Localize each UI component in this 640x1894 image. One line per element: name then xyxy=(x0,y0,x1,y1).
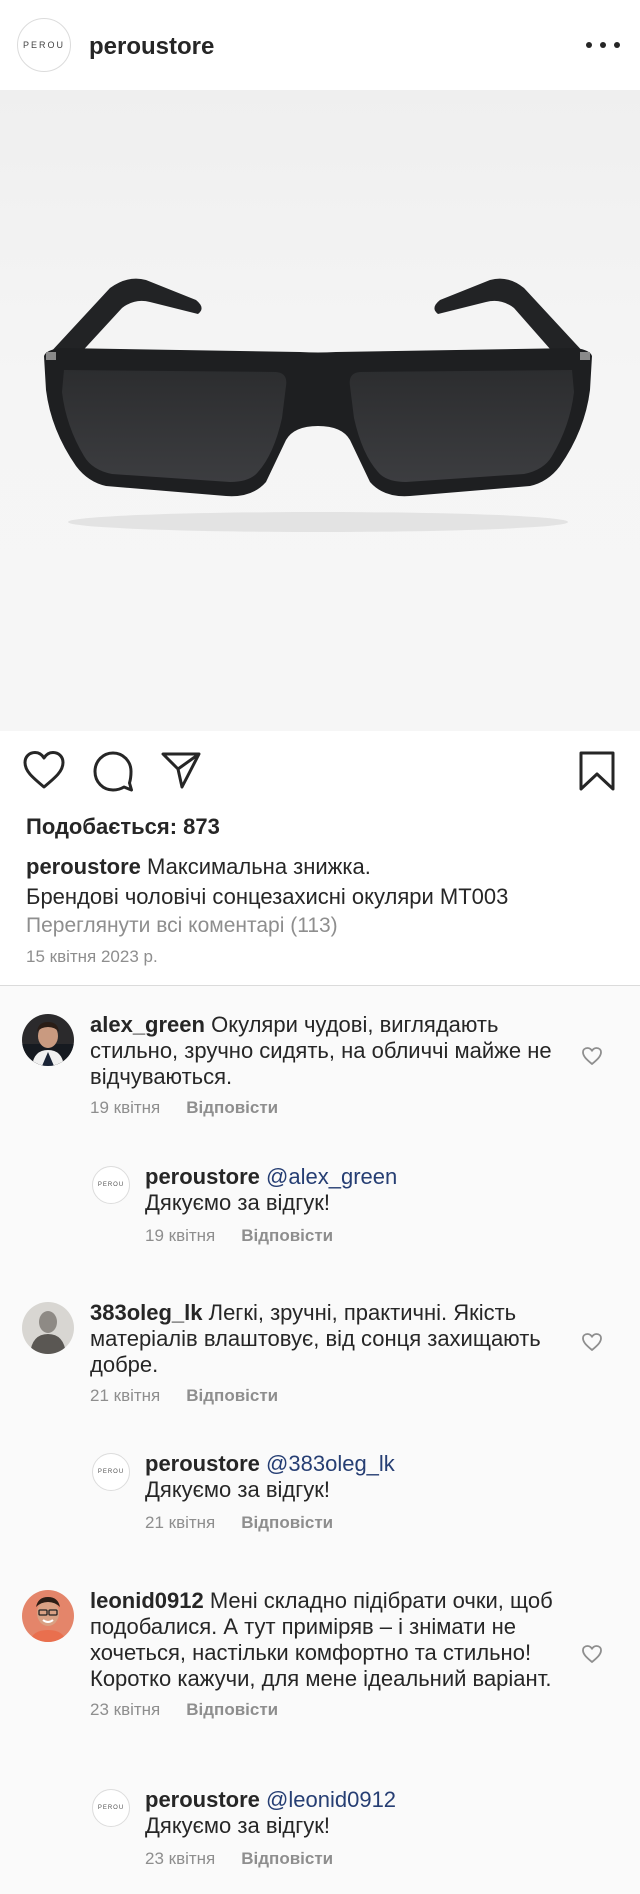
post-caption: peroustore Максимальна знижка. Брендові … xyxy=(26,852,626,912)
comment-text: 383oleg_lk Легкі, зручні, практичні. Які… xyxy=(90,1300,560,1378)
reply-meta: 23 квітня Відповісти xyxy=(145,1849,333,1869)
like-comment-heart-icon[interactable] xyxy=(581,1332,603,1352)
reply-date: 21 квітня xyxy=(145,1513,216,1532)
avatar[interactable] xyxy=(22,1014,74,1066)
comment-date: 21 квітня xyxy=(90,1386,161,1405)
reply-username[interactable]: peroustore xyxy=(145,1451,260,1476)
reply-button[interactable]: Відповісти xyxy=(186,1098,278,1117)
reply-meta: 21 квітня Відповісти xyxy=(145,1513,333,1533)
reply-mention[interactable]: @383oleg_lk xyxy=(266,1451,395,1476)
reply-meta: 19 квітня Відповісти xyxy=(145,1226,333,1246)
reply-button[interactable]: Відповісти xyxy=(241,1226,333,1245)
profile-avatar[interactable]: PEROU xyxy=(17,18,71,72)
likes-count[interactable]: Подобається: 873 xyxy=(26,814,220,840)
reply-content: Дякуємо за відгук! xyxy=(145,1190,330,1215)
comment-username[interactable]: leonid0912 xyxy=(90,1588,204,1613)
reply-avatar-logo: PEROU xyxy=(97,1805,125,1811)
post-date: 15 квітня 2023 р. xyxy=(26,947,158,966)
comment-date: 19 квітня xyxy=(90,1098,161,1117)
comment-text: leonid0912 Мені складно підібрати очки, … xyxy=(90,1588,562,1692)
reply-text: peroustore @383oleg_lk Дякуємо за відгук… xyxy=(145,1451,585,1503)
reply-username[interactable]: peroustore xyxy=(145,1164,260,1189)
reply-avatar[interactable]: PEROU xyxy=(92,1789,130,1827)
comment-username[interactable]: 383oleg_lk xyxy=(90,1300,203,1325)
caption-username[interactable]: peroustore xyxy=(26,854,141,879)
reply-button[interactable]: Відповісти xyxy=(241,1849,333,1868)
reply-content: Дякуємо за відгук! xyxy=(145,1813,330,1838)
reply-button[interactable]: Відповісти xyxy=(186,1700,278,1719)
caption-text-line2: Брендові чоловічі сонцезахисні окуляри M… xyxy=(26,884,509,909)
reply-mention[interactable]: @alex_green xyxy=(266,1164,397,1189)
comment-text: alex_green Окуляри чудові, виглядають ст… xyxy=(90,1012,560,1090)
heart-icon[interactable] xyxy=(22,750,66,790)
avatar[interactable] xyxy=(22,1302,74,1354)
sunglasses-image xyxy=(44,278,592,532)
post-image[interactable] xyxy=(0,90,640,731)
like-comment-heart-icon[interactable] xyxy=(581,1046,603,1066)
reply-date: 23 квітня xyxy=(145,1849,216,1868)
avatar[interactable] xyxy=(22,1590,74,1642)
view-all-comments-link[interactable]: Переглянути всі коментарі (113) xyxy=(26,914,338,938)
comment-meta: 23 квітня Відповісти xyxy=(90,1700,278,1720)
header-username[interactable]: peroustore xyxy=(89,33,214,61)
bookmark-icon[interactable] xyxy=(578,750,616,792)
comment-meta: 19 квітня Відповісти xyxy=(90,1098,278,1118)
reply-avatar[interactable]: PEROU xyxy=(92,1166,130,1204)
comment-username[interactable]: alex_green xyxy=(90,1012,205,1037)
reply-button[interactable]: Відповісти xyxy=(241,1513,333,1532)
comment-meta: 21 квітня Відповісти xyxy=(90,1386,278,1406)
reply-avatar-logo: PEROU xyxy=(97,1469,125,1475)
more-horizontal-icon[interactable] xyxy=(586,33,620,57)
like-comment-heart-icon[interactable] xyxy=(581,1644,603,1664)
comment-date: 23 квітня xyxy=(90,1700,161,1719)
post-header: PEROU peroustore xyxy=(0,0,640,90)
reply-username[interactable]: peroustore xyxy=(145,1787,260,1812)
share-icon[interactable] xyxy=(160,750,202,790)
reply-avatar[interactable]: PEROU xyxy=(92,1453,130,1491)
reply-mention[interactable]: @leonid0912 xyxy=(266,1787,396,1812)
reply-text: peroustore @leonid0912 Дякуємо за відгук… xyxy=(145,1787,585,1839)
reply-button[interactable]: Відповісти xyxy=(186,1386,278,1405)
caption-text: Максимальна знижка. xyxy=(140,854,371,879)
reply-date: 19 квітня xyxy=(145,1226,216,1245)
reply-avatar-logo: PEROU xyxy=(97,1182,125,1188)
comment-icon[interactable] xyxy=(92,750,134,792)
comments-section: alex_green Окуляри чудові, виглядають ст… xyxy=(0,986,640,1894)
reply-content: Дякуємо за відгук! xyxy=(145,1477,330,1502)
reply-text: peroustore @alex_green Дякуємо за відгук… xyxy=(145,1164,585,1216)
logo-text: PEROU xyxy=(22,40,65,50)
